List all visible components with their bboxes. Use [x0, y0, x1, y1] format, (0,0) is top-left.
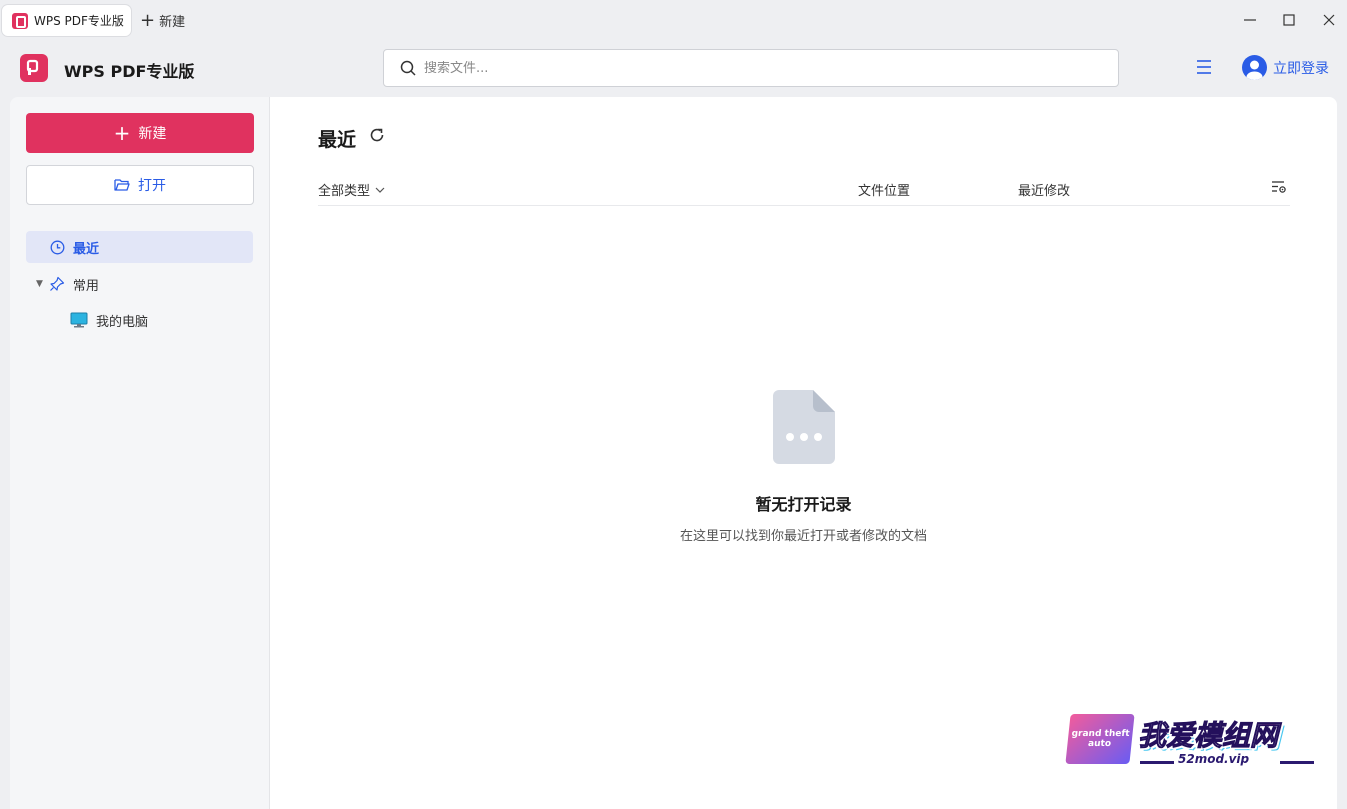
column-settings-icon[interactable] — [1271, 180, 1287, 194]
column-last-modified[interactable]: 最近修改 — [1018, 180, 1070, 199]
file-list-header: 全部类型 文件位置 最近修改 — [318, 177, 1290, 206]
wps-pdf-logo-icon — [12, 12, 28, 29]
new-file-button[interactable]: + 新建 — [26, 113, 254, 153]
computer-icon — [70, 312, 88, 328]
chevron-down-icon — [375, 187, 385, 193]
app-title: WPS PDF专业版 — [64, 62, 195, 81]
plus-icon: + — [140, 9, 156, 31]
login-button[interactable]: 立即登录 — [1242, 55, 1329, 80]
watermark-title: 我爱模组网 — [1137, 714, 1278, 754]
watermark-line — [1280, 761, 1314, 764]
tab-title: WPS PDF专业版 — [34, 14, 124, 28]
open-file-button[interactable]: 打开 — [26, 165, 254, 205]
minimize-icon — [1244, 19, 1256, 21]
login-label: 立即登录 — [1273, 60, 1329, 77]
maximize-icon — [1283, 14, 1295, 26]
sidebar: + 新建 打开 最近 ▼ 常用 我的电脑 — [10, 97, 270, 809]
search-input[interactable] — [424, 60, 1024, 76]
sidebar-item-label: 我的电脑 — [96, 314, 149, 330]
sidebar-item-label: 最近 — [73, 241, 100, 257]
plus-icon: + — [113, 121, 131, 145]
pin-icon — [49, 276, 65, 291]
new-tab-button[interactable]: + 新建 — [140, 11, 185, 30]
caret-down-icon[interactable]: ▼ — [36, 279, 43, 289]
minimize-button[interactable] — [1238, 8, 1262, 32]
close-button[interactable] — [1317, 8, 1341, 32]
app-logo-icon — [20, 54, 48, 82]
new-file-label: 新建 — [138, 126, 167, 142]
watermark-line — [1140, 761, 1174, 764]
sidebar-item-recent[interactable]: 最近 — [26, 231, 253, 263]
sidebar-item-label: 常用 — [72, 278, 99, 294]
main-content: 最近 全部类型 文件位置 最近修改 暂无打开记录 在这里可以找到你最近打开或者修… — [270, 97, 1337, 809]
watermark-badge: grand theft auto — [1065, 714, 1135, 764]
open-file-label: 打开 — [138, 178, 166, 194]
page-title: 最近 — [318, 129, 357, 151]
refresh-icon[interactable] — [369, 127, 385, 143]
search-icon — [400, 60, 416, 76]
new-tab-label: 新建 — [159, 15, 186, 30]
app-header: WPS PDF专业版 立即登录 — [0, 40, 1347, 96]
maximize-button[interactable] — [1277, 8, 1301, 32]
watermark-logo: grand theft auto 我爱模组网 52mod.vip — [1065, 714, 1318, 770]
close-icon — [1323, 14, 1335, 26]
column-file-location[interactable]: 文件位置 — [858, 180, 910, 199]
menu-icon[interactable] — [1196, 58, 1212, 76]
file-type-filter[interactable]: 全部类型 — [318, 180, 385, 199]
empty-state-title: 暂无打开记录 — [755, 495, 852, 514]
search-box[interactable] — [383, 49, 1119, 87]
sidebar-item-common[interactable]: ▼ 常用 — [36, 273, 99, 295]
title-bar: WPS PDF专业版 + 新建 — [0, 0, 1347, 40]
empty-state-description: 在这里可以找到你最近打开或者修改的文档 — [679, 529, 927, 544]
document-tab[interactable]: WPS PDF专业版 — [2, 5, 131, 36]
file-type-label: 全部类型 — [318, 184, 371, 199]
sidebar-item-my-computer[interactable]: 我的电脑 — [70, 309, 148, 331]
clock-icon — [50, 240, 65, 254]
watermark-url: 52mod.vip — [1178, 752, 1250, 766]
user-avatar-icon — [1242, 55, 1267, 80]
folder-open-icon — [114, 179, 130, 191]
empty-document-icon — [773, 390, 835, 464]
